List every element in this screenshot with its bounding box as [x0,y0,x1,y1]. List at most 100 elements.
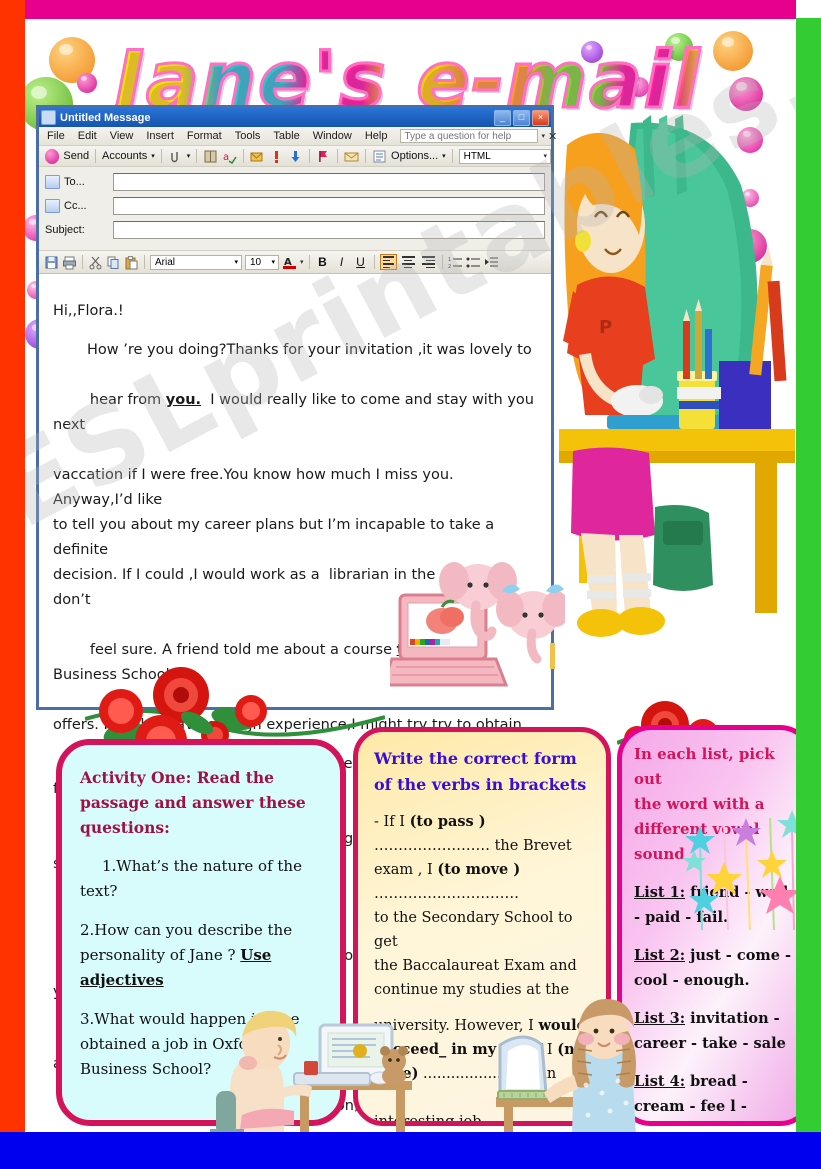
activity-three-heading-line1: In each list, pick out [634,745,775,788]
increase-indent-icon[interactable] [484,255,499,270]
blank-line[interactable]: …………………… the Brevet [374,838,572,854]
vowel-list-2: List 2: just - come - cool - enough. [634,943,796,993]
list-label: List 2: [634,947,686,964]
window-title: Untitled Message [60,111,151,124]
font-size-caret-icon[interactable]: ▾ [271,258,278,266]
menu-item-tools[interactable]: Tools [235,130,261,142]
send-bullet-icon [45,148,60,164]
boy-at-computer-illustration [208,983,418,1132]
activity-two-body: - If I (to pass ) …………………… the Brevet ex… [374,810,592,1002]
subject-label: Subject: [45,224,85,236]
options-button[interactable]: Options... [391,150,438,162]
menubar-close-icon[interactable]: ✕ [548,130,557,143]
text-run: exam , I [374,862,438,878]
to-label: To... [64,176,85,188]
menu-item-file[interactable]: File [47,130,65,142]
cc-label-group[interactable]: Cc... [45,199,113,213]
send-button[interactable]: Send [63,150,89,162]
subject-input[interactable] [113,221,545,239]
accounts-caret-icon[interactable]: ▾ [151,152,155,160]
numbered-list-icon[interactable]: 12 [448,255,463,270]
activity-one-heading-line1: Activity One: Read the [80,768,275,787]
cc-row[interactable]: Cc... [45,196,545,216]
cc-address-book-icon[interactable] [45,199,60,213]
menu-bar[interactable]: File Edit View Insert Format Tools Table… [39,127,557,146]
bullet-list-icon[interactable] [466,255,481,270]
menu-item-insert[interactable]: Insert [146,130,174,142]
address-book-icon[interactable] [203,149,218,164]
close-button[interactable]: × [532,109,549,126]
underline-button[interactable]: U [353,255,369,269]
activity-one-heading-line3: questions: [80,818,170,837]
paste-icon[interactable] [124,255,139,270]
align-right-icon[interactable] [420,254,437,270]
menu-item-edit[interactable]: Edit [78,130,97,142]
subject-row[interactable]: Subject: [45,220,545,240]
bold-button[interactable]: B [315,255,331,269]
menu-item-view[interactable]: View [110,130,134,142]
standard-toolbar[interactable]: Send Accounts ▾ ▾ a Options... ▾ HTML ▾ [39,146,551,167]
help-search-input[interactable] [400,129,539,143]
spell-check-icon[interactable]: a [222,149,237,164]
format-caret-icon[interactable]: ▾ [543,152,550,160]
menu-item-table[interactable]: Table [273,130,299,142]
right-color-strip [796,18,821,1148]
priority-low-icon[interactable] [288,149,303,164]
formatting-toolbar[interactable]: Arial ▾ 10 ▾ A ▾ B I U 12 [39,250,551,274]
font-color-caret-icon[interactable]: ▾ [300,258,304,266]
text-run: - If I [374,814,410,830]
underlined-word: you. [165,392,202,408]
italic-button[interactable]: I [334,255,350,269]
recipient-header-area[interactable]: To... Cc... Subject: [39,167,551,250]
message-line: to tell you about my career plans but I’… [53,517,499,558]
font-family-value: Arial [155,256,176,268]
menu-item-window[interactable]: Window [313,130,352,142]
maximize-button[interactable]: □ [513,109,530,126]
message-line: hear from you. I would really like to co… [53,363,537,463]
minimize-button[interactable]: _ [494,109,511,126]
align-center-icon[interactable] [400,254,417,270]
list-label: List 1: [634,884,686,901]
girl-with-braids-illustration [482,993,658,1132]
priority-high-icon[interactable] [269,149,284,164]
envelope-icon[interactable] [344,149,359,164]
accounts-button[interactable]: Accounts [102,150,147,162]
align-left-icon[interactable] [379,254,397,270]
font-size-value: 10 [250,256,262,268]
window-titlebar: Untitled Message _ □ × [39,108,551,127]
girl-at-computer-svg: P [559,115,795,710]
paperclip-icon[interactable] [168,149,183,164]
cc-input[interactable] [113,197,545,215]
window-controls[interactable]: _ □ × [494,109,549,126]
stars-decoration [682,810,796,930]
follow-up-flag-icon[interactable] [316,149,331,164]
message-line: How ’re you doing?Thanks for your invita… [87,342,532,358]
message-line: vaccation if I were free.You know how mu… [53,467,459,508]
verb-prompt: (to move ) [437,861,521,878]
to-input[interactable] [113,173,545,191]
save-icon[interactable] [44,255,59,270]
to-row[interactable]: To... [45,172,545,192]
print-icon[interactable] [62,255,77,270]
font-size-select[interactable]: 10 ▾ [245,254,279,270]
options-caret-icon[interactable]: ▾ [442,152,446,160]
message-greeting: Hi,,Flora.! [53,303,124,319]
menu-item-help[interactable]: Help [365,130,388,142]
attach-caret-icon[interactable]: ▾ [187,152,191,160]
menu-item-format[interactable]: Format [187,130,222,142]
signature-icon[interactable] [250,149,265,164]
options-icon[interactable] [372,149,387,164]
text-run: feel sure. A friend told me about a cour… [89,642,397,658]
help-search-area[interactable]: ▾ ✕ [400,129,557,143]
svg-text:P: P [599,317,612,338]
font-family-select[interactable]: Arial ▾ [150,254,242,270]
cut-icon[interactable] [88,255,103,270]
message-format-select[interactable]: HTML ▾ [458,148,551,164]
font-color-icon[interactable]: A [282,255,297,270]
copy-icon[interactable] [106,255,121,270]
to-address-book-icon[interactable] [45,175,60,189]
elephants-laptop-illustration [379,557,570,707]
font-family-caret-icon[interactable]: ▾ [234,258,241,266]
to-label-group[interactable]: To... [45,175,113,189]
blank-line[interactable]: ………………………… [374,886,519,902]
